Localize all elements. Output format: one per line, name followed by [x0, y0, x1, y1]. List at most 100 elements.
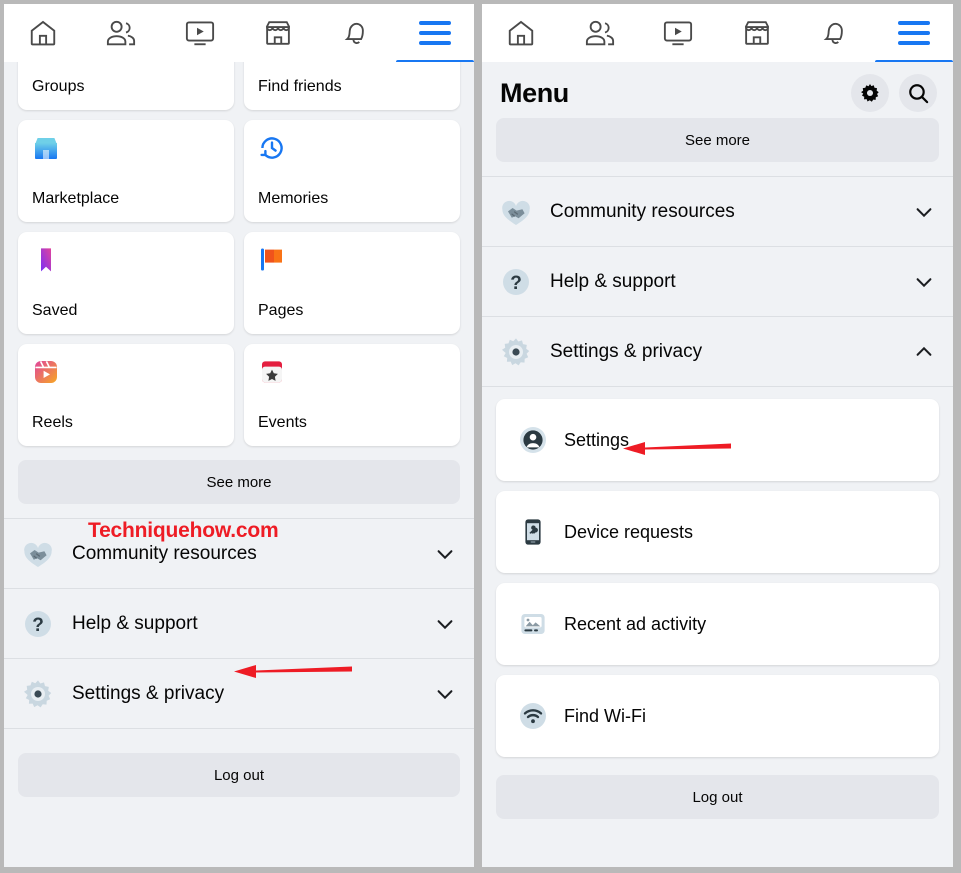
grid-card-label: Pages: [258, 302, 304, 320]
left-menu-scroll-area[interactable]: Groups Find friends Marketplace Memories…: [4, 62, 474, 867]
grid-card-groups[interactable]: Groups: [18, 62, 234, 110]
video-tab[interactable]: [639, 4, 718, 62]
dual-screenshot-container: Groups Find friends Marketplace Memories…: [0, 0, 961, 873]
submenu-item-device-requests[interactable]: Device requests: [496, 491, 939, 573]
menu-tab[interactable]: [874, 4, 954, 64]
right-top-navigation-bar: [482, 4, 954, 64]
handshake-heart-icon-glyph: [502, 200, 530, 225]
right-menu-scroll-area[interactable]: Menu See more Community resources ? Help…: [482, 62, 953, 867]
grid-card-events[interactable]: Events: [244, 344, 460, 446]
menu-settings-button[interactable]: [851, 74, 889, 112]
grid-card-label: Events: [258, 414, 307, 432]
video-icon: [664, 21, 693, 46]
hamburger-icon: [418, 21, 451, 45]
see-more-button[interactable]: See more: [18, 460, 460, 504]
hamburger-icon: [897, 21, 930, 45]
notifications-tab[interactable]: [317, 4, 395, 62]
memories-clock-icon-glyph: [260, 137, 283, 159]
grid-card-reels[interactable]: Reels: [18, 344, 234, 446]
handshake-heart-icon: [20, 536, 56, 572]
menu-header: Menu: [482, 62, 953, 118]
grid-card-label: Find friends: [258, 78, 342, 96]
chevron-down-icon[interactable]: [434, 683, 456, 705]
wifi-icon: [518, 701, 548, 731]
grid-card-memories[interactable]: Memories: [244, 120, 460, 222]
chevron-down-icon[interactable]: [913, 201, 935, 223]
chevron-down-icon[interactable]: [913, 271, 935, 293]
marketplace-icon: [266, 21, 291, 45]
ad-image-icon: [518, 609, 548, 639]
log-out-button[interactable]: Log out: [18, 753, 460, 797]
grid-card-label: Marketplace: [32, 190, 120, 208]
gear-icon: [498, 334, 534, 370]
chevron-up-icon[interactable]: [913, 341, 935, 363]
submenu-item-label: Settings: [564, 429, 630, 450]
marketplace-tab[interactable]: [239, 4, 317, 62]
left-top-navigation-bar: [4, 4, 474, 64]
log-out-button[interactable]: Log out: [496, 775, 939, 819]
svg-text:?: ?: [32, 615, 44, 636]
left-shortcut-grid: Groups Find friends Marketplace Memories…: [4, 62, 474, 446]
pages-flag-icon-glyph: [261, 248, 282, 271]
handshake-heart-icon: [498, 194, 534, 230]
question-mark-icon-glyph: ?: [25, 610, 51, 637]
grid-card-label: Memories: [258, 190, 329, 208]
grid-card-pages[interactable]: Pages: [244, 232, 460, 334]
left-phone-screen: Groups Find friends Marketplace Memories…: [4, 4, 474, 867]
grid-card-label: Reels: [32, 414, 73, 432]
saved-bookmark-icon-glyph: [41, 248, 51, 272]
device-phone-icon-glyph: [525, 519, 541, 545]
gear-icon-glyph: [502, 337, 530, 365]
grid-card-label: Saved: [32, 302, 78, 320]
submenu-item-find-wifi[interactable]: Find Wi-Fi: [496, 675, 939, 757]
friends-tab[interactable]: [561, 4, 640, 62]
friends-icon: [107, 20, 136, 46]
submenu-item-recent-ad-activity[interactable]: Recent ad activity: [496, 583, 939, 665]
row-label: Settings & privacy: [550, 340, 703, 362]
device-phone-icon: [518, 517, 548, 547]
chevron-down-icon[interactable]: [434, 543, 456, 565]
grid-card-saved[interactable]: Saved: [18, 232, 234, 334]
row-community-resources[interactable]: Community resources: [482, 177, 953, 247]
marketplace-storefront-icon: [32, 134, 220, 164]
svg-text:?: ?: [510, 273, 522, 294]
reels-icon: [32, 358, 220, 388]
row-settings-and-privacy[interactable]: Settings & privacy: [4, 659, 474, 729]
row-label: Community resources: [550, 200, 735, 222]
grid-card-find-friends[interactable]: Find friends: [244, 62, 460, 110]
settings-privacy-submenu: Settings Device requests Recent ad activ…: [482, 387, 953, 757]
row-settings-and-privacy[interactable]: Settings & privacy: [482, 317, 953, 387]
reels-icon-glyph: [35, 361, 57, 383]
saved-bookmark-icon: [32, 246, 220, 276]
notifications-tab[interactable]: [796, 4, 875, 62]
home-tab[interactable]: [482, 4, 561, 62]
video-icon: [185, 21, 214, 46]
row-label: Community resources: [72, 542, 257, 564]
home-icon: [30, 20, 56, 46]
page-title: Menu: [500, 77, 569, 108]
menu-search-button[interactable]: [899, 74, 937, 112]
row-help-and-support[interactable]: ? Help & support: [4, 589, 474, 659]
chevron-down-icon[interactable]: [434, 613, 456, 635]
row-help-and-support[interactable]: ? Help & support: [482, 247, 953, 317]
events-calendar-icon-glyph: [262, 361, 282, 383]
grid-card-marketplace[interactable]: Marketplace: [18, 120, 234, 222]
home-icon: [509, 20, 534, 46]
submenu-item-settings[interactable]: Settings: [496, 399, 939, 481]
question-mark-icon-glyph: ?: [503, 268, 529, 295]
friends-icon: [585, 20, 614, 46]
right-phone-screen: Menu See more Community resources ? Help…: [482, 4, 953, 867]
marketplace-tab[interactable]: [718, 4, 797, 62]
menu-tab[interactable]: [395, 4, 474, 64]
row-label: Help & support: [550, 270, 676, 292]
question-mark-icon: ?: [20, 606, 56, 642]
friends-tab[interactable]: [82, 4, 160, 62]
gear-icon: [20, 676, 56, 712]
bell-icon: [345, 22, 365, 44]
events-calendar-icon: [258, 358, 446, 388]
home-tab[interactable]: [4, 4, 82, 62]
question-mark-icon: ?: [498, 264, 534, 300]
video-tab[interactable]: [161, 4, 239, 62]
grid-card-label: Groups: [32, 78, 85, 96]
see-more-button[interactable]: See more: [496, 118, 939, 162]
